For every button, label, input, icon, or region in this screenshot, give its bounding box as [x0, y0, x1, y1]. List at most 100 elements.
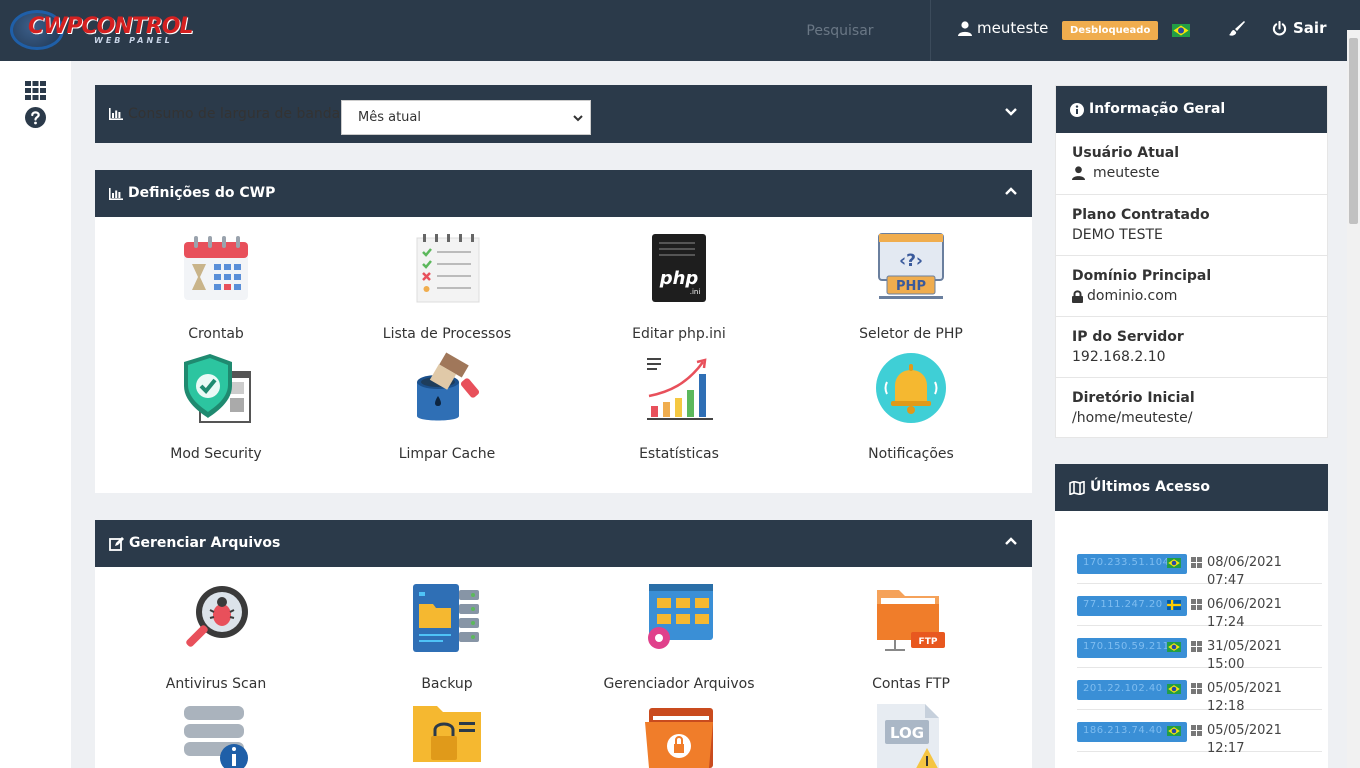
- stats-chart-icon: [647, 358, 713, 420]
- info-value: dominio.com: [1072, 288, 1177, 304]
- file-manager-panel: Gerenciar Arquivos Antivirus Scan Backup: [95, 520, 1032, 768]
- server-info-tile[interactable]: [101, 702, 331, 768]
- ip-address: 186.213.74.40: [1083, 725, 1163, 736]
- locked-folder-tile[interactable]: [332, 702, 562, 768]
- brazil-flag-icon[interactable]: [1172, 24, 1190, 41]
- brazil-flag-icon: [1167, 684, 1181, 694]
- access-row: 170.233.51.104 08/06/2021 07:47: [1077, 542, 1322, 588]
- panel-header: Informação Geral: [1056, 86, 1327, 133]
- protected-folder-tile[interactable]: [564, 702, 794, 768]
- svg-text:FTP: FTP: [919, 637, 938, 647]
- windows-icon: [1191, 641, 1202, 652]
- ftp-folder-icon: FTP: [877, 590, 945, 651]
- backup-tile[interactable]: Backup: [332, 582, 562, 692]
- edit-phpini-tile[interactable]: php .ini Editar php.ini: [564, 232, 794, 342]
- username-label: meuteste: [977, 19, 1049, 37]
- lock-icon: [1072, 289, 1083, 303]
- brazil-flag-icon: [1167, 726, 1181, 736]
- power-icon: [1272, 20, 1287, 35]
- tile-label: Estatísticas: [639, 446, 719, 462]
- windows-icon: [1191, 683, 1202, 694]
- cwp-logo[interactable]: CWPCONTROL WEB PANEL: [8, 6, 193, 52]
- user-menu[interactable]: meuteste: [958, 19, 1048, 37]
- scrollbar-thumb[interactable]: [1349, 38, 1358, 224]
- bug-magnifier-icon: [186, 586, 248, 647]
- crontab-tile[interactable]: Crontab: [101, 232, 331, 342]
- bell-icon: [876, 353, 946, 423]
- search-input[interactable]: Pesquisar: [760, 18, 920, 44]
- select-value: Mês atual: [358, 110, 422, 125]
- ip-address: 170.233.51.104: [1083, 557, 1170, 568]
- notifications-tile[interactable]: Notificações: [796, 352, 1026, 462]
- logout-button[interactable]: Sair: [1272, 19, 1326, 37]
- folder-manager-icon: [648, 584, 713, 649]
- cwp-settings-panel: Definições do CWP Crontab Lista de Proce…: [95, 170, 1032, 493]
- panel-header: Definições do CWP: [95, 170, 1032, 217]
- ip-badge: 77.111.247.20: [1077, 596, 1187, 616]
- checklist-icon: [416, 234, 480, 303]
- antivirus-tile[interactable]: Antivirus Scan: [101, 582, 331, 692]
- top-bar: CWPCONTROL WEB PANEL Pesquisar meuteste …: [0, 0, 1360, 61]
- ip-badge: 186.213.74.40: [1077, 722, 1187, 742]
- panel-header: Consumo de largura de banda: [109, 85, 340, 143]
- ftp-accounts-tile[interactable]: FTP Contas FTP: [796, 582, 1026, 692]
- locked-folder-icon: [413, 706, 481, 762]
- ip-address: 77.111.247.20: [1083, 599, 1163, 610]
- ip-badge: 170.150.59.211: [1077, 638, 1187, 658]
- php-selector-tile[interactable]: ‹?› PHP Seletor de PHP: [796, 232, 1026, 342]
- info-value-text[interactable]: dominio.com: [1087, 288, 1177, 304]
- panel-title: Gerenciar Arquivos: [129, 535, 281, 551]
- svg-text:LOG: LOG: [890, 724, 924, 742]
- theme-brush-icon[interactable]: [1228, 20, 1246, 42]
- status-badge: Desbloqueado: [1062, 21, 1159, 40]
- windows-icon: [1191, 557, 1202, 568]
- ip-badge: 170.233.51.104: [1077, 554, 1187, 574]
- bar-chart-icon: [109, 108, 123, 120]
- info-row-user: Usuário Atual meuteste: [1056, 133, 1328, 194]
- statistics-tile[interactable]: Estatísticas: [564, 352, 794, 462]
- tile-label: Mod Security: [170, 446, 262, 462]
- last-access-panel: Últimos Acesso 170.233.51.104 08/06/2021…: [1055, 464, 1328, 768]
- mod-security-tile[interactable]: Mod Security: [101, 352, 331, 462]
- page-scrollbar[interactable]: [1347, 30, 1360, 768]
- protected-folder-icon: [645, 708, 713, 768]
- log-files-tile[interactable]: LOG: [796, 702, 1026, 768]
- tile-label: Editar php.ini: [632, 326, 726, 342]
- divider: [930, 0, 931, 61]
- info-value-text: /home/meuteste/: [1072, 410, 1193, 426]
- ip-address: 170.150.59.211: [1083, 641, 1170, 652]
- panel-title: Últimos Acesso: [1090, 479, 1210, 495]
- apps-grid-icon[interactable]: [25, 81, 46, 104]
- php-selector-icon: ‹?› PHP: [878, 233, 944, 299]
- brazil-flag-icon: [1167, 558, 1181, 568]
- help-icon[interactable]: [25, 107, 46, 132]
- access-row: 170.150.59.211 31/05/2021 15:00: [1077, 626, 1322, 672]
- access-row: 186.213.74.40 05/05/2021 12:17: [1077, 710, 1322, 756]
- user-icon: [958, 20, 972, 36]
- file-manager-tile[interactable]: Gerenciador Arquivos: [564, 582, 794, 692]
- calendar-icon: [184, 236, 248, 300]
- tile-label: Gerenciador Arquivos: [603, 676, 755, 692]
- ip-badge: 201.22.102.40: [1077, 680, 1187, 700]
- windows-icon: [1191, 725, 1202, 736]
- process-list-tile[interactable]: Lista de Processos: [332, 232, 562, 342]
- chevron-down-icon[interactable]: [1004, 107, 1018, 117]
- panel-title: Definições do CWP: [128, 185, 276, 201]
- info-label: Usuário Atual: [1072, 145, 1180, 161]
- log-file-icon: LOG: [877, 704, 939, 768]
- tile-label: Seletor de PHP: [859, 326, 963, 342]
- period-select[interactable]: Mês atual: [341, 100, 591, 135]
- clear-cache-tile[interactable]: Limpar Cache: [332, 352, 562, 462]
- info-value-text: meuteste: [1093, 165, 1160, 181]
- tile-label: Crontab: [188, 326, 244, 342]
- svg-text:‹?›: ‹?›: [899, 251, 923, 271]
- logout-label: Sair: [1293, 19, 1327, 37]
- info-circle-icon: [1070, 102, 1084, 117]
- left-rail: [0, 61, 71, 768]
- chevron-up-icon[interactable]: [1004, 186, 1018, 196]
- info-value: meuteste: [1072, 165, 1160, 181]
- chevron-down-icon: [573, 115, 583, 122]
- tile-label: Backup: [421, 676, 473, 692]
- paint-bucket-icon: [417, 352, 480, 421]
- chevron-up-icon[interactable]: [1004, 536, 1018, 546]
